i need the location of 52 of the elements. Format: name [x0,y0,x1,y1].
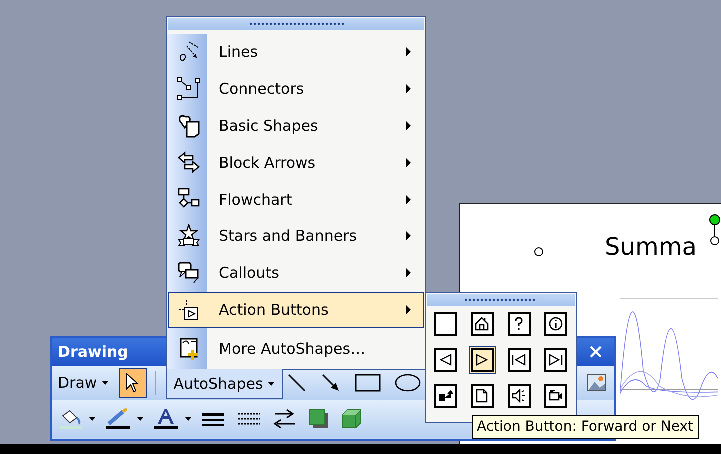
menu-item[interactable]: More AutoShapes… [168,330,424,368]
star-banner-icon [177,224,201,248]
dropdown-arrow-icon[interactable] [137,417,144,421]
menu-item[interactable]: Callouts [168,254,424,292]
sound-action-button[interactable] [506,382,532,410]
return-arrow-icon [438,390,452,402]
house-icon [475,317,490,331]
left-triangle-icon [440,354,452,366]
select-pointer-icon[interactable] [119,368,148,398]
menu-item[interactable]: Block Arrows [168,144,424,182]
end-action-button[interactable] [542,346,570,374]
autoshapes-menu-button[interactable]: AutoShapes [166,369,283,399]
caret-icon [268,382,276,386]
menu-item[interactable]: Stars and Banners [168,218,424,255]
dropdown-arrow-icon[interactable] [185,417,192,421]
speaker-icon [512,389,526,403]
action-button-icon [177,298,201,322]
connectors-icon [177,77,201,102]
sizing-handle[interactable] [534,247,544,257]
slide-title: Summa [605,234,697,260]
tooltip: Action Button: Forward or Next [472,415,698,439]
block-arrows-icon [177,150,201,175]
lines-icon [177,40,201,64]
skip-forward-icon [548,354,563,366]
shapes-icon [177,114,201,138]
rotation-handle[interactable] [709,214,721,246]
movie-action-button[interactable] [542,382,570,410]
question-mark-icon [514,317,524,331]
beginning-action-button[interactable] [506,346,532,374]
menu-item[interactable]: Basic Shapes [168,108,424,144]
menu-item[interactable]: Action Buttons [168,292,424,328]
return-action-button[interactable] [432,382,459,410]
callouts-icon [177,261,201,286]
document-action-button[interactable] [468,382,496,410]
back-action-button[interactable] [432,346,459,374]
draw-menu-button[interactable]: Draw [56,372,112,394]
skip-back-icon [512,354,526,366]
dropdown-arrow-icon[interactable] [89,417,96,421]
movie-camera-icon [548,390,563,402]
help-action-button[interactable] [506,310,532,338]
info-icon [548,317,563,331]
home-action-button[interactable] [468,310,496,338]
menu-item[interactable]: Lines [168,34,424,71]
information-action-button[interactable] [542,310,570,338]
custom-action-button[interactable] [432,310,459,338]
toolbar-title: Drawing [58,343,128,361]
forward-action-button[interactable] [468,346,496,374]
caret-icon [102,381,110,385]
right-triangle-icon [476,354,488,366]
menu-item[interactable]: Connectors [168,70,424,108]
menu-item[interactable]: Flowchart [168,181,424,218]
document-icon [476,389,488,403]
